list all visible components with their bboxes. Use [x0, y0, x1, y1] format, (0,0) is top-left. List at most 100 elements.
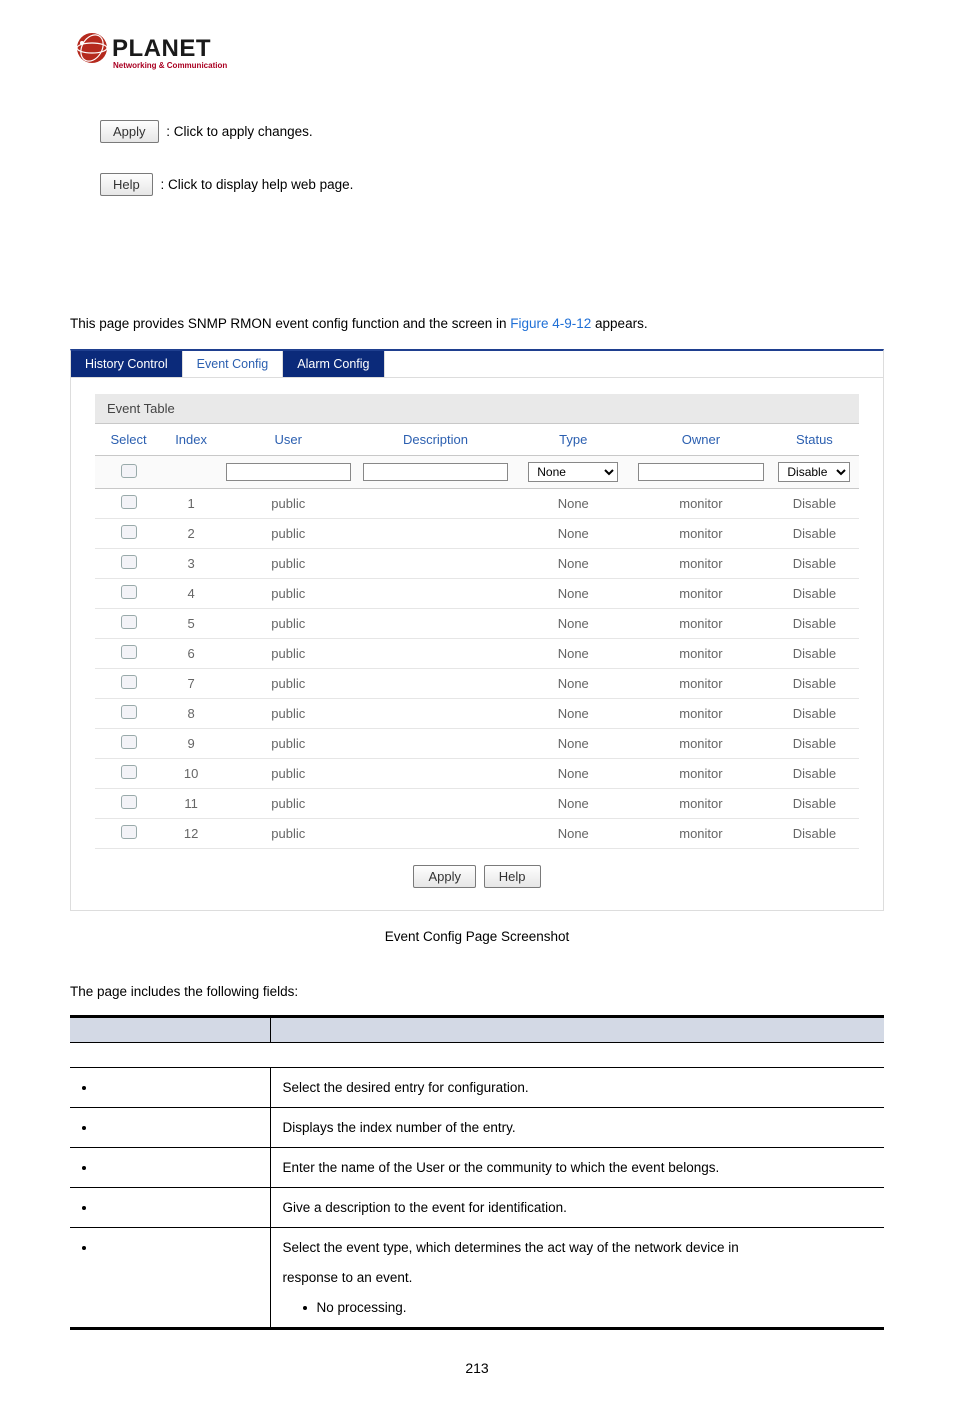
cell-type: None [514, 789, 632, 819]
cell-owner: monitor [632, 579, 770, 609]
row-checkbox[interactable] [121, 615, 137, 629]
tab-alarm-config[interactable]: Alarm Config [283, 351, 384, 377]
cell-description [357, 549, 515, 579]
cell-index: 3 [162, 549, 220, 579]
help-button-img: Help [100, 173, 153, 196]
filter-description-input[interactable] [363, 463, 509, 481]
cell-owner: monitor [632, 819, 770, 849]
tab-history-control[interactable]: History Control [71, 351, 183, 377]
figure-link[interactable]: Figure 4-9-12 [510, 316, 591, 331]
row-checkbox[interactable] [121, 495, 137, 509]
th-type: Type [514, 424, 632, 456]
field-desc-cell: Give a description to the event for iden… [270, 1188, 884, 1228]
cell-index: 5 [162, 609, 220, 639]
cell-user: public [220, 729, 356, 759]
row-checkbox[interactable] [121, 525, 137, 539]
th-index: Index [162, 424, 220, 456]
help-desc: : Click to display help web page. [161, 177, 354, 192]
cell-type: None [514, 579, 632, 609]
row-checkbox[interactable] [121, 705, 137, 719]
table-row: 10publicNonemonitorDisable [95, 759, 859, 789]
row-checkbox[interactable] [121, 795, 137, 809]
fields-table: Select the desired entry for configurati… [70, 1015, 884, 1330]
row-checkbox[interactable] [121, 645, 137, 659]
cell-description [357, 579, 515, 609]
th-owner: Owner [632, 424, 770, 456]
figure-caption: Event Config Page Screenshot [70, 929, 884, 944]
cell-status: Disable [770, 699, 859, 729]
cell-user: public [220, 549, 356, 579]
cell-description [357, 789, 515, 819]
row-checkbox[interactable] [121, 735, 137, 749]
cell-owner: monitor [632, 639, 770, 669]
cell-index: 11 [162, 789, 220, 819]
table-row: 2publicNonemonitorDisable [95, 519, 859, 549]
fields-intro: The page includes the following fields: [70, 984, 884, 999]
cell-description [357, 819, 515, 849]
cell-user: public [220, 669, 356, 699]
cell-index: 4 [162, 579, 220, 609]
cell-type: None [514, 729, 632, 759]
cell-status: Disable [770, 519, 859, 549]
filter-owner-input[interactable] [638, 463, 764, 481]
row-checkbox[interactable] [121, 585, 137, 599]
apply-button[interactable]: Apply [413, 865, 476, 888]
cell-user: public [220, 639, 356, 669]
help-button[interactable]: Help [484, 865, 541, 888]
cell-type: None [514, 549, 632, 579]
intro-text: This page provides SNMP RMON event confi… [70, 316, 884, 331]
table-row: 8publicNonemonitorDisable [95, 699, 859, 729]
logo-brand: PLANET [112, 35, 211, 62]
tabs-row: History Control Event Config Alarm Confi… [71, 351, 883, 378]
field-object-cell [70, 1228, 270, 1329]
cell-index: 6 [162, 639, 220, 669]
cell-status: Disable [770, 489, 859, 519]
cell-owner: monitor [632, 489, 770, 519]
card-title: Event Table [95, 394, 859, 424]
select-all-checkbox[interactable] [121, 464, 137, 478]
field-desc-cell: Select the event type, which determines … [270, 1228, 884, 1329]
cell-index: 7 [162, 669, 220, 699]
cell-owner: monitor [632, 519, 770, 549]
table-row: 1publicNonemonitorDisable [95, 489, 859, 519]
screenshot-panel: History Control Event Config Alarm Confi… [70, 349, 884, 911]
cell-owner: monitor [632, 789, 770, 819]
cell-user: public [220, 609, 356, 639]
cell-status: Disable [770, 759, 859, 789]
field-object-cell [70, 1148, 270, 1188]
th-status: Status [770, 424, 859, 456]
cell-description [357, 669, 515, 699]
cell-user: public [220, 759, 356, 789]
apply-button-img: Apply [100, 120, 159, 143]
cell-owner: monitor [632, 609, 770, 639]
cell-description [357, 639, 515, 669]
row-checkbox[interactable] [121, 675, 137, 689]
cell-user: public [220, 789, 356, 819]
row-checkbox[interactable] [121, 825, 137, 839]
page-number: 213 [70, 1360, 884, 1376]
th-user: User [220, 424, 356, 456]
row-checkbox[interactable] [121, 765, 137, 779]
tab-event-config[interactable]: Event Config [183, 351, 284, 377]
cell-description [357, 519, 515, 549]
cell-status: Disable [770, 609, 859, 639]
filter-type-select[interactable]: None [528, 462, 618, 482]
row-checkbox[interactable] [121, 555, 137, 569]
cell-status: Disable [770, 579, 859, 609]
cell-description [357, 489, 515, 519]
cell-user: public [220, 819, 356, 849]
fields-header-desc [270, 1017, 884, 1043]
cell-user: public [220, 699, 356, 729]
field-object-cell [70, 1108, 270, 1148]
cell-description [357, 729, 515, 759]
filter-status-select[interactable]: Disable [778, 462, 850, 482]
field-desc-cell: Select the desired entry for configurati… [270, 1068, 884, 1108]
cell-type: None [514, 759, 632, 789]
th-description: Description [357, 424, 515, 456]
filter-user-input[interactable] [226, 463, 350, 481]
table-row: 9publicNonemonitorDisable [95, 729, 859, 759]
cell-type: None [514, 699, 632, 729]
logo: PLANET Networking & Communication [70, 30, 884, 80]
field-object-cell [70, 1188, 270, 1228]
cell-owner: monitor [632, 669, 770, 699]
